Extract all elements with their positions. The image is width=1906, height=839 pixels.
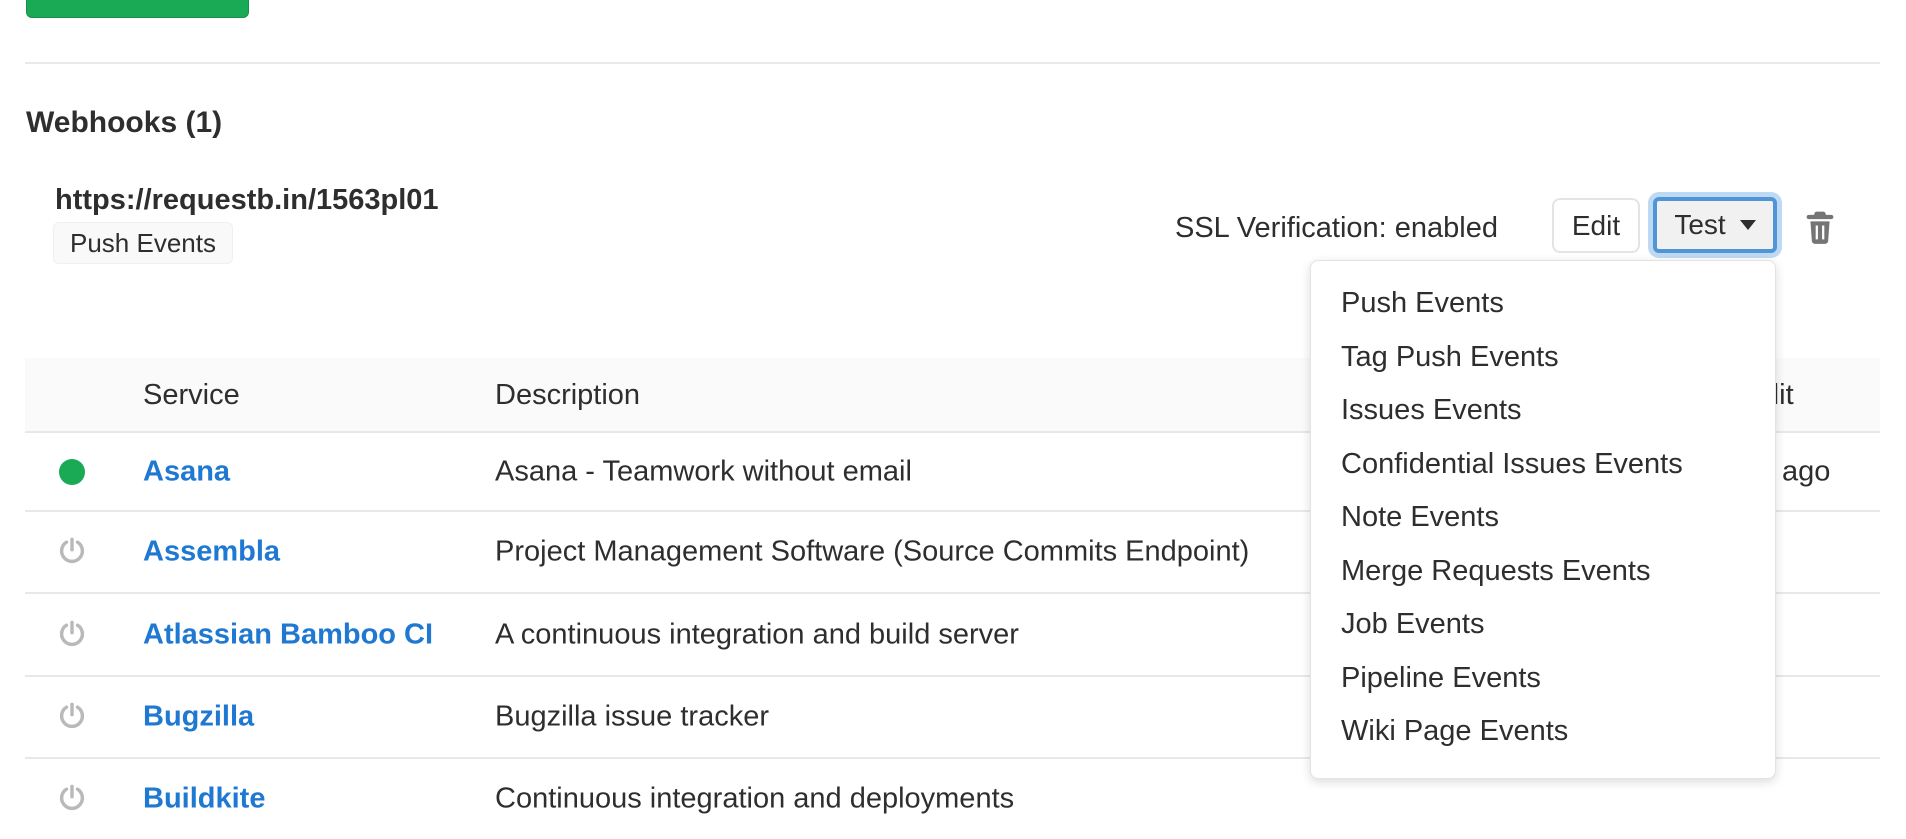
push-events-badge: Push Events: [53, 222, 233, 264]
service-description: Continuous integration and deployments: [495, 783, 1014, 816]
menu-item-note-events[interactable]: Note Events: [1311, 491, 1775, 545]
power-icon: [52, 702, 92, 732]
service-link-atlassian-bamboo-ci[interactable]: Atlassian Bamboo CI: [143, 618, 433, 651]
ssl-verification-status: SSL Verification: enabled: [1175, 212, 1498, 245]
service-description: Asana - Teamwork without email: [495, 455, 912, 488]
power-icon: [52, 537, 92, 567]
webhooks-heading: Webhooks (1): [26, 106, 222, 140]
service-description: Project Management Software (Source Comm…: [495, 536, 1249, 569]
webhook-url: https://requestb.in/1563pl01: [55, 184, 439, 217]
menu-item-merge-requests-events[interactable]: Merge Requests Events: [1311, 545, 1775, 599]
menu-item-pipeline-events[interactable]: Pipeline Events: [1311, 652, 1775, 706]
chevron-down-icon: [1740, 220, 1756, 230]
power-icon: [52, 784, 92, 814]
last-edit-value-partial: ago: [1782, 455, 1830, 488]
menu-item-push-events[interactable]: Push Events: [1311, 277, 1775, 331]
menu-item-tag-push-events[interactable]: Tag Push Events: [1311, 331, 1775, 385]
test-dropdown-button[interactable]: Test: [1653, 197, 1777, 253]
edit-button[interactable]: Edit: [1552, 198, 1640, 253]
service-link-assembla[interactable]: Assembla: [143, 536, 280, 569]
service-description: Bugzilla issue tracker: [495, 701, 769, 734]
test-dropdown-menu: Push Events Tag Push Events Issues Event…: [1310, 260, 1776, 779]
menu-item-confidential-issues-events[interactable]: Confidential Issues Events: [1311, 438, 1775, 492]
section-divider: [25, 62, 1880, 64]
power-icon: [52, 620, 92, 650]
menu-item-wiki-page-events[interactable]: Wiki Page Events: [1311, 705, 1775, 759]
service-link-bugzilla[interactable]: Bugzilla: [143, 701, 254, 734]
edit-button-label: Edit: [1572, 210, 1620, 242]
menu-item-issues-events[interactable]: Issues Events: [1311, 384, 1775, 438]
service-description: A continuous integration and build serve…: [495, 618, 1019, 651]
menu-item-job-events[interactable]: Job Events: [1311, 598, 1775, 652]
service-link-asana[interactable]: Asana: [143, 455, 230, 488]
remove-webhook-button[interactable]: [1798, 206, 1842, 250]
service-column-header: Service: [143, 379, 240, 412]
description-column-header: Description: [495, 379, 640, 412]
trash-icon: [1805, 210, 1835, 247]
service-active-status-icon: [52, 459, 92, 485]
primary-green-button[interactable]: [26, 0, 249, 18]
test-button-label: Test: [1674, 209, 1725, 241]
service-link-buildkite[interactable]: Buildkite: [143, 783, 265, 816]
